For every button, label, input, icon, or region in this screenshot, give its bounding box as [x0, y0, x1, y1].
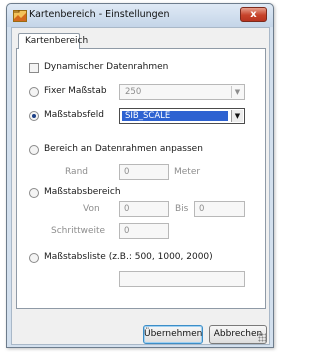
- range-from-label: Von: [83, 204, 100, 214]
- scale-list-label: Maßstabsliste (z.B.: 500, 1000, 2000): [44, 252, 213, 262]
- margin-unit: Meter: [174, 167, 201, 177]
- range-to-input[interactable]: 0: [194, 201, 245, 217]
- tab-kartenbereich[interactable]: Kartenbereich: [18, 33, 88, 49]
- chevron-down-icon[interactable]: ▼: [231, 110, 243, 122]
- window-title: Kartenbereich - Einstellungen: [29, 9, 170, 20]
- resize-grip-icon[interactable]: [258, 333, 267, 342]
- range-to-label: Bis: [175, 204, 189, 214]
- title-bar[interactable]: Kartenbereich - Einstellungen x: [7, 4, 273, 27]
- apply-button[interactable]: Übernehmen: [143, 325, 203, 344]
- fixed-scale-value: 250: [125, 87, 142, 97]
- dynamic-frame-label: Dynamischer Datenrahmen: [44, 62, 169, 72]
- scale-field-value: SIB_SCALE: [122, 111, 228, 121]
- close-button[interactable]: x: [240, 7, 267, 22]
- fixed-scale-label: Fixer Maßstab: [44, 86, 107, 96]
- margin-label: Rand: [65, 167, 88, 177]
- step-input[interactable]: 0: [119, 223, 169, 239]
- range-from-input[interactable]: 0: [119, 201, 169, 217]
- step-label: Schrittweite: [51, 226, 106, 236]
- scale-field-select[interactable]: SIB_SCALE ▼: [119, 108, 245, 124]
- scale-list-radio[interactable]: [29, 253, 39, 263]
- fit-frame-radio[interactable]: [29, 145, 39, 155]
- scale-range-label: Maßstabsbereich: [44, 187, 121, 197]
- map-app-icon: [13, 10, 27, 22]
- fixed-scale-radio[interactable]: [29, 87, 39, 97]
- fixed-scale-select[interactable]: 250 ▼: [119, 84, 245, 100]
- dialog-window: Kartenbereich - Einstellungen x Kartenbe…: [6, 3, 274, 348]
- scale-list-input[interactable]: [119, 271, 245, 287]
- chevron-down-icon[interactable]: ▼: [231, 86, 243, 98]
- scale-range-radio[interactable]: [29, 188, 39, 198]
- dialog-client: Kartenbereich Dynamischer Datenrahmen Fi…: [11, 27, 270, 345]
- scale-field-radio[interactable]: [29, 111, 39, 121]
- fit-frame-label: Bereich an Datenrahmen anpassen: [44, 144, 203, 154]
- margin-input[interactable]: 0: [119, 164, 169, 180]
- tab-label: Kartenbereich: [25, 36, 89, 46]
- close-icon: x: [250, 9, 257, 20]
- scale-field-label: Maßstabsfeld: [44, 110, 105, 120]
- tab-panel: Dynamischer Datenrahmen Fixer Maßstab 25…: [16, 48, 266, 309]
- dynamic-frame-checkbox[interactable]: [29, 63, 39, 73]
